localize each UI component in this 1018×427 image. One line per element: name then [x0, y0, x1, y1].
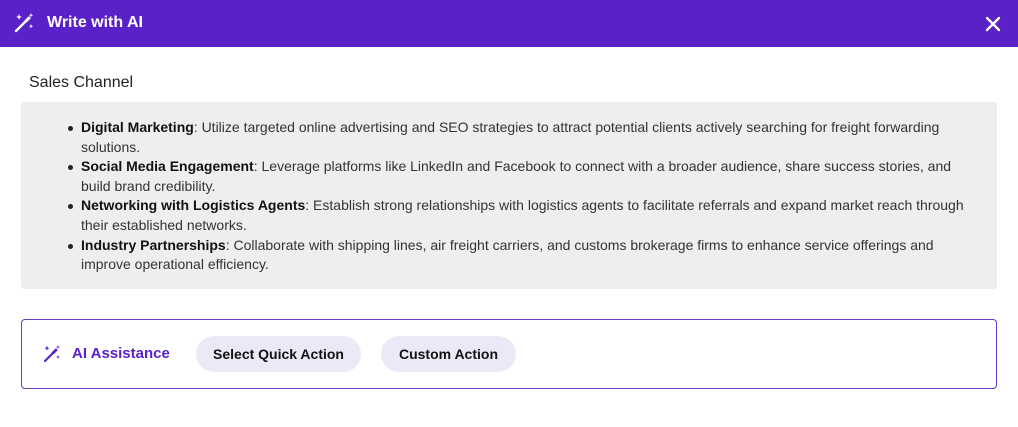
magic-wand-icon	[13, 12, 35, 34]
item-heading: Industry Partnerships	[81, 236, 226, 253]
generated-content: Digital Marketing: Utilize targeted onli…	[21, 102, 997, 289]
close-icon[interactable]	[980, 11, 1006, 37]
list-item: Digital Marketing: Utilize targeted onli…	[68, 118, 971, 157]
select-quick-action-button[interactable]: Select Quick Action	[196, 336, 361, 372]
ai-assistance-label: AI Assistance	[72, 345, 170, 362]
section-title: Sales Channel	[29, 74, 134, 91]
item-heading: Digital Marketing	[81, 119, 194, 135]
ai-assistance-panel: AI Assistance Select Quick Action Custom…	[21, 319, 997, 389]
list-item: Social Media Engagement: Leverage platfo…	[68, 157, 971, 196]
content-list: Digital Marketing: Utilize targeted onli…	[68, 118, 971, 275]
item-heading: Networking with Logistics Agents	[81, 197, 306, 214]
list-item: Industry Partnerships: Collaborate with …	[68, 236, 971, 275]
item-text: : Utilize targeted online advertising an…	[81, 119, 940, 155]
item-heading: Social Media Engagement	[81, 158, 254, 175]
dialog-header: Write with AI	[0, 0, 1018, 47]
list-item: Networking with Logistics Agents: Establ…	[68, 196, 971, 235]
custom-action-button[interactable]: Custom Action	[381, 336, 516, 372]
dialog-title: Write with AI	[47, 14, 143, 31]
magic-wand-icon	[42, 344, 62, 364]
